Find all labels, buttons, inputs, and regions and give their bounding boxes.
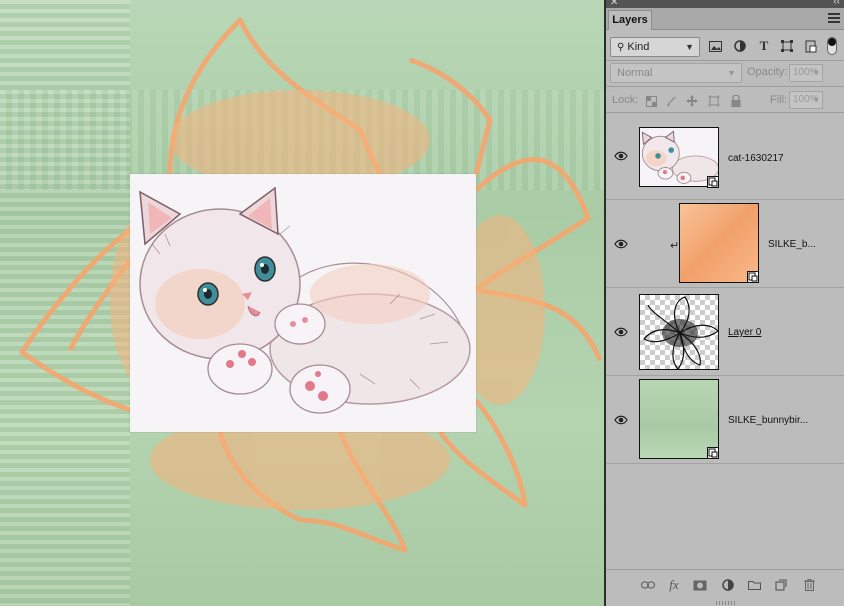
cat-drawing-image [130,174,476,432]
chevron-down-icon: ▼ [727,68,736,78]
smart-object-badge-icon [747,271,759,283]
tab-layers[interactable]: Layers [608,10,652,30]
chevron-down-icon: ▼ [812,68,820,77]
filter-toggle-switch[interactable] [826,37,838,55]
chevron-down-icon: ▼ [812,95,820,104]
opacity-label: Opacity: [747,66,788,78]
lock-position-move-icon[interactable] [683,93,701,109]
divider-line [606,86,844,87]
filter-smart-object-icon[interactable] [802,38,820,54]
layers-list: cat-1630217 ↵ SILKE_b... Layer 0 SILKE_b… [606,113,844,569]
mask-icon[interactable] [692,578,708,592]
collapse-panel-icon[interactable]: ‹‹ [833,0,840,7]
layer-name[interactable]: Layer 0 [728,327,761,338]
panel-tab-bar: Layers [606,8,844,30]
search-icon: ⚲ [617,42,625,53]
trash-icon[interactable] [801,578,817,592]
divider-line [606,60,844,61]
filter-kind-label: Kind [627,41,650,53]
link-icon[interactable] [640,578,656,592]
lock-pixels-brush-icon[interactable] [662,93,680,109]
folder-icon[interactable] [746,578,762,592]
opacity-input[interactable]: 100% ▼ [789,64,823,82]
layers-panel-footer: fx [606,569,844,606]
lock-artboard-icon[interactable] [705,93,723,109]
filter-kind-select[interactable]: ⚲ Kind ▼ [610,37,700,57]
layer-row[interactable]: SILKE_bunnybir... [606,377,844,464]
lock-all-icon[interactable] [727,93,745,109]
filter-adjustment-icon[interactable] [731,38,749,54]
lock-label: Lock: [612,94,639,106]
clipping-mask-icon: ↵ [670,240,680,252]
panel-menu-icon[interactable] [828,13,840,23]
fx-icon[interactable]: fx [666,577,682,592]
fill-input[interactable]: 100% ▼ [789,91,823,109]
filter-type-icon[interactable]: T [755,38,773,54]
layer-name[interactable]: SILKE_b... [768,239,816,250]
visibility-eye-icon[interactable] [614,325,628,339]
visibility-eye-icon[interactable] [614,237,628,251]
layers-panel: ✕ ‹‹ Layers ⚲ Kind ▼ T Normal ▼ Opacity:… [606,0,844,606]
visibility-eye-icon[interactable] [614,413,628,427]
smart-object-badge-icon [707,447,719,459]
layer-row[interactable]: cat-1630217 [606,113,844,200]
adjustment-icon[interactable] [720,578,736,592]
layer-thumbnail [639,294,719,370]
lock-transparent-icon[interactable] [642,93,660,109]
layer-name[interactable]: SILKE_bunnybir... [728,415,808,426]
blend-mode-value: Normal [617,67,653,79]
new-layer-icon[interactable] [773,578,789,592]
smart-object-badge-icon [707,176,719,188]
layer-row[interactable]: ↵ SILKE_b... [606,201,844,288]
visibility-eye-icon[interactable] [614,149,628,163]
flower-thumbnail-image [643,296,718,369]
cat-photo[interactable] [130,174,476,432]
document-canvas[interactable] [0,0,604,606]
close-panel-icon[interactable]: ✕ [610,0,618,8]
layer-name[interactable]: cat-1630217 [728,153,784,164]
filter-pixel-icon[interactable] [706,38,724,54]
photoshop-window: ✕ ‹‹ Layers ⚲ Kind ▼ T Normal ▼ Opacity:… [0,0,844,606]
panel-top-strip: ✕ ‹‹ [606,0,844,8]
filter-shape-icon[interactable] [778,38,796,54]
resize-grip[interactable] [716,601,736,605]
fill-label: Fill: [770,94,788,106]
layer-row[interactable]: Layer 0 [606,289,844,376]
blend-mode-select[interactable]: Normal ▼ [610,63,742,83]
chevron-down-icon: ▼ [685,42,694,52]
